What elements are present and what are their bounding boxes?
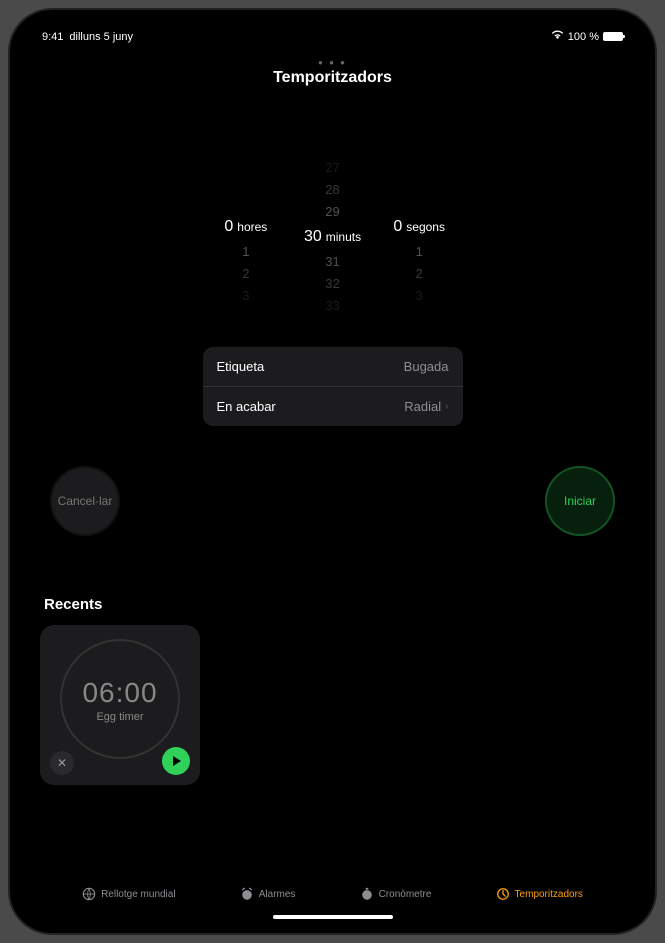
play-icon xyxy=(172,756,182,766)
when-done-row[interactable]: En acabar Radial › xyxy=(203,386,463,426)
globe-icon xyxy=(82,887,96,901)
seconds-value: 0 xyxy=(393,213,402,241)
battery-icon xyxy=(603,32,623,41)
tab-alarms[interactable]: Alarmes xyxy=(240,887,296,901)
multitask-dots[interactable]: ● ● ● xyxy=(318,58,347,67)
hours-value: 0 xyxy=(224,213,233,241)
label-value: Bugada xyxy=(404,359,449,374)
when-done-value: Radial xyxy=(404,399,441,414)
label-row[interactable]: Etiqueta Bugada xyxy=(203,347,463,386)
recent-timer-time: 06:00 xyxy=(82,677,157,709)
seconds-column[interactable]: 0 segons 1 2 3 xyxy=(376,167,463,307)
timer-settings-list: Etiqueta Bugada En acabar Radial › xyxy=(203,347,463,426)
label-key: Etiqueta xyxy=(217,359,265,374)
tab-bar: Rellotge mundial Alarmes Cronòmetre Temp… xyxy=(20,877,645,915)
timer-icon xyxy=(496,887,510,901)
battery-percent: 100 % xyxy=(568,31,599,43)
stopwatch-icon xyxy=(360,887,374,901)
minutes-value: 30 xyxy=(304,223,322,251)
when-done-key: En acabar xyxy=(217,399,276,414)
tab-timers[interactable]: Temporitzadors xyxy=(496,887,583,901)
close-icon: ✕ xyxy=(57,756,67,770)
status-bar: 9:41 dilluns 5 juny 100 % xyxy=(20,20,645,45)
hours-label: hores xyxy=(237,213,267,241)
tab-stopwatch[interactable]: Cronòmetre xyxy=(360,887,432,901)
play-recent-button[interactable] xyxy=(162,747,190,775)
remove-recent-button[interactable]: ✕ xyxy=(50,751,74,775)
cancel-button[interactable]: Cancel·lar xyxy=(50,466,120,536)
minutes-column[interactable]: 27 28 29 30 minuts 31 32 33 xyxy=(289,167,376,307)
status-time: 9:41 xyxy=(42,31,63,43)
chevron-right-icon: › xyxy=(445,401,448,412)
recent-timer-name: Egg timer xyxy=(96,711,143,723)
status-date: dilluns 5 juny xyxy=(69,31,133,43)
page-title: Temporitzadors xyxy=(20,69,645,87)
home-indicator[interactable] xyxy=(273,915,393,919)
recent-timer-card[interactable]: 06:00 Egg timer ✕ xyxy=(40,625,200,785)
wifi-icon xyxy=(551,30,564,43)
minutes-label: minuts xyxy=(326,223,361,251)
alarm-icon xyxy=(240,887,254,901)
recents-heading: Recents xyxy=(40,596,625,613)
duration-picker[interactable]: 0 hores 1 2 3 27 28 29 30 minuts 31 xyxy=(203,167,463,307)
hours-column[interactable]: 0 hores 1 2 3 xyxy=(203,167,290,307)
tab-world-clock[interactable]: Rellotge mundial xyxy=(82,887,176,901)
seconds-label: segons xyxy=(406,213,445,241)
start-button[interactable]: Iniciar xyxy=(545,466,615,536)
